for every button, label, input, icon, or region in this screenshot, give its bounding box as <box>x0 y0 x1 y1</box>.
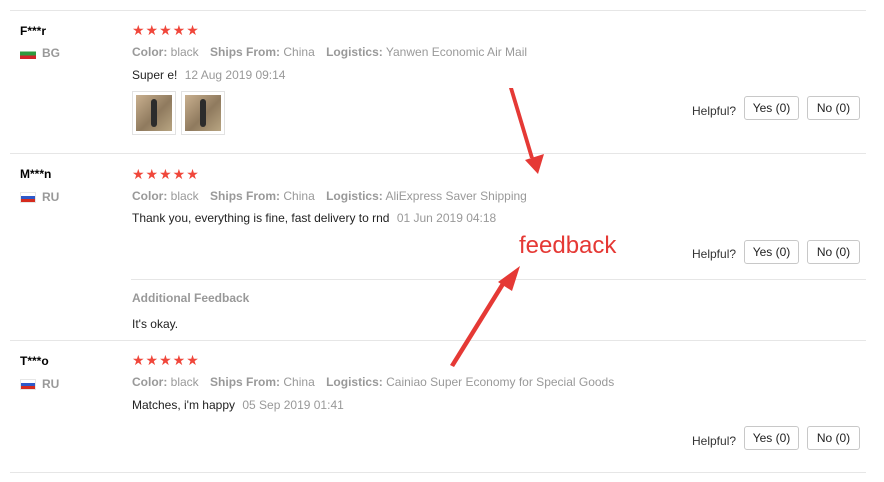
ships-from-label: Ships From: <box>210 375 281 389</box>
review-text-row: Thank you, everything is fine, fast deli… <box>132 211 496 225</box>
order-attributes: Color: black Ships From: China Logistics… <box>132 375 622 389</box>
product-photo <box>185 95 221 131</box>
helpful-no-button[interactable]: No (0) <box>807 96 860 120</box>
logistics-value: AliExpress Saver Shipping <box>385 189 527 203</box>
reviewer-country: RU <box>20 190 59 204</box>
order-attributes: Color: black Ships From: China Logistics… <box>132 45 535 59</box>
review-text-row: Super e! 12 Aug 2019 09:14 <box>132 68 285 82</box>
russia-flag-icon <box>20 378 36 390</box>
color-value: black <box>170 189 199 203</box>
divider <box>10 153 866 154</box>
ships-from-value: China <box>283 375 315 389</box>
color-label: Color: <box>132 375 168 389</box>
review-text: Thank you, everything is fine, fast deli… <box>132 211 390 225</box>
review-text: Matches, i'm happy <box>132 398 236 412</box>
helpful-label: Helpful? <box>692 247 737 261</box>
annotation-label: feedback <box>519 232 617 259</box>
helpful-no-button[interactable]: No (0) <box>807 240 860 264</box>
reviewer-name: M***n <box>20 167 52 181</box>
color-value: black <box>170 45 199 59</box>
logistics-value: Yanwen Economic Air Mail <box>385 45 528 59</box>
divider <box>10 10 866 11</box>
color-label: Color: <box>132 189 168 203</box>
country-code: RU <box>42 377 60 391</box>
reviewer-name: F***r <box>20 24 47 38</box>
ships-from-label: Ships From: <box>210 189 281 203</box>
review-photo-thumbnail[interactable] <box>181 91 225 135</box>
color-value: black <box>170 375 199 389</box>
review-photo-thumbnail[interactable] <box>132 91 176 135</box>
review-text-row: Matches, i'm happy 05 Sep 2019 01:41 <box>132 398 344 412</box>
helpful-yes-button[interactable]: Yes (0) <box>744 96 799 120</box>
arrow-up-icon <box>509 88 544 174</box>
russia-flag-icon <box>20 191 36 203</box>
logistics-label: Logistics: <box>326 45 383 59</box>
star-rating: ★★★★★ <box>132 166 200 182</box>
helpful-no-button[interactable]: No (0) <box>807 426 860 450</box>
logistics-value: Cainiao Super Economy for Special Goods <box>386 375 615 389</box>
bulgaria-flag-icon <box>20 47 36 59</box>
additional-feedback-label: Additional Feedback <box>132 291 250 305</box>
ships-from-value: China <box>283 189 315 203</box>
divider <box>10 472 866 473</box>
review-date: 12 Aug 2019 09:14 <box>184 68 286 82</box>
product-photo <box>136 95 172 131</box>
helpful-yes-button[interactable]: Yes (0) <box>744 426 799 450</box>
reviewer-country: RU <box>20 377 59 391</box>
divider <box>131 279 866 280</box>
order-attributes: Color: black Ships From: China Logistics… <box>132 189 535 203</box>
helpful-label: Helpful? <box>692 434 737 448</box>
review-text: Super e! <box>132 68 178 82</box>
ships-from-value: China <box>283 45 315 59</box>
country-code: RU <box>42 190 60 204</box>
ships-from-label: Ships From: <box>210 45 281 59</box>
review-date: 01 Jun 2019 04:18 <box>396 211 497 225</box>
logistics-label: Logistics: <box>326 375 383 389</box>
reviewer-name: T***o <box>20 354 49 368</box>
additional-feedback-text: It's okay. <box>132 317 179 331</box>
arrow-down-icon <box>450 266 520 367</box>
color-label: Color: <box>132 45 168 59</box>
helpful-label: Helpful? <box>692 104 737 118</box>
reviewer-country: BG <box>20 46 60 60</box>
star-rating: ★★★★★ <box>132 22 200 38</box>
helpful-yes-button[interactable]: Yes (0) <box>744 240 799 264</box>
logistics-label: Logistics: <box>326 189 383 203</box>
star-rating: ★★★★★ <box>132 352 200 368</box>
country-code: BG <box>42 46 60 60</box>
divider <box>10 340 866 341</box>
review-date: 05 Sep 2019 01:41 <box>242 398 344 412</box>
